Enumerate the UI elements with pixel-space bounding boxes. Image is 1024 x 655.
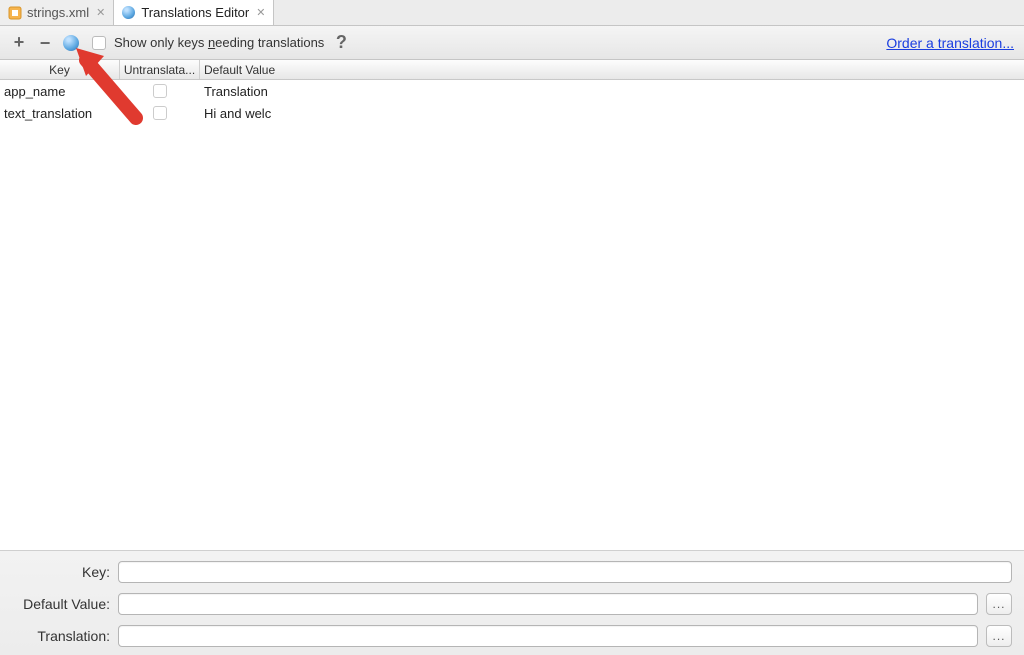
add-locale-button[interactable] [62,34,80,52]
detail-key-input[interactable] [118,561,1012,583]
tab-label: strings.xml [27,5,89,20]
detail-translation-more-button[interactable]: ... [986,625,1012,647]
table-row[interactable]: text_translation Hi and welc [0,102,1024,124]
untranslatable-checkbox[interactable] [153,106,167,120]
table-body: app_name Translation text_translation Hi… [0,80,1024,550]
show-only-label: Show only keys needing translations [114,35,324,50]
globe-icon [63,35,79,51]
detail-key-row: Key: [12,561,1012,583]
remove-key-button[interactable]: − [36,34,54,52]
order-translation-link[interactable]: Order a translation... [886,35,1014,51]
cell-untranslatable [120,84,200,98]
close-icon[interactable]: ✕ [256,6,265,19]
help-icon[interactable]: ? [332,34,350,52]
show-only-needing-checkbox[interactable] [92,36,106,50]
detail-panel: Key: Default Value: ... Translation: ... [0,550,1024,655]
detail-default-value-label: Default Value: [12,596,110,612]
tab-strings-xml[interactable]: strings.xml ✕ [0,0,114,25]
tab-label: Translations Editor [141,5,249,20]
column-header-untranslatable[interactable]: Untranslata... [120,60,200,79]
untranslatable-checkbox[interactable] [153,84,167,98]
column-header-default-value[interactable]: Default Value [200,60,290,79]
detail-translation-input[interactable] [118,625,978,647]
add-key-button[interactable]: + [10,34,28,52]
cell-default-value: Translation [200,84,290,99]
tab-bar-empty [274,0,1024,25]
detail-key-label: Key: [12,564,110,580]
detail-translation-row: Translation: ... [12,625,1012,647]
detail-default-value-input[interactable] [118,593,978,615]
toolbar: + − Show only keys needing translations … [0,26,1024,60]
cell-key: app_name [0,84,120,99]
cell-default-value: Hi and welc [200,106,290,121]
translations-table: Key Untranslata... Default Value app_nam… [0,60,1024,550]
detail-translation-label: Translation: [12,628,110,644]
cell-key: text_translation [0,106,120,121]
tab-translations-editor[interactable]: Translations Editor ✕ [114,0,274,25]
globe-icon [122,6,136,20]
table-header: Key Untranslata... Default Value [0,60,1024,80]
table-row[interactable]: app_name Translation [0,80,1024,102]
tab-bar: strings.xml ✕ Translations Editor ✕ [0,0,1024,26]
close-icon[interactable]: ✕ [96,6,105,19]
detail-default-value-more-button[interactable]: ... [986,593,1012,615]
detail-default-value-row: Default Value: ... [12,593,1012,615]
cell-untranslatable [120,106,200,120]
column-header-key[interactable]: Key [0,60,120,79]
xml-file-icon [8,6,22,20]
